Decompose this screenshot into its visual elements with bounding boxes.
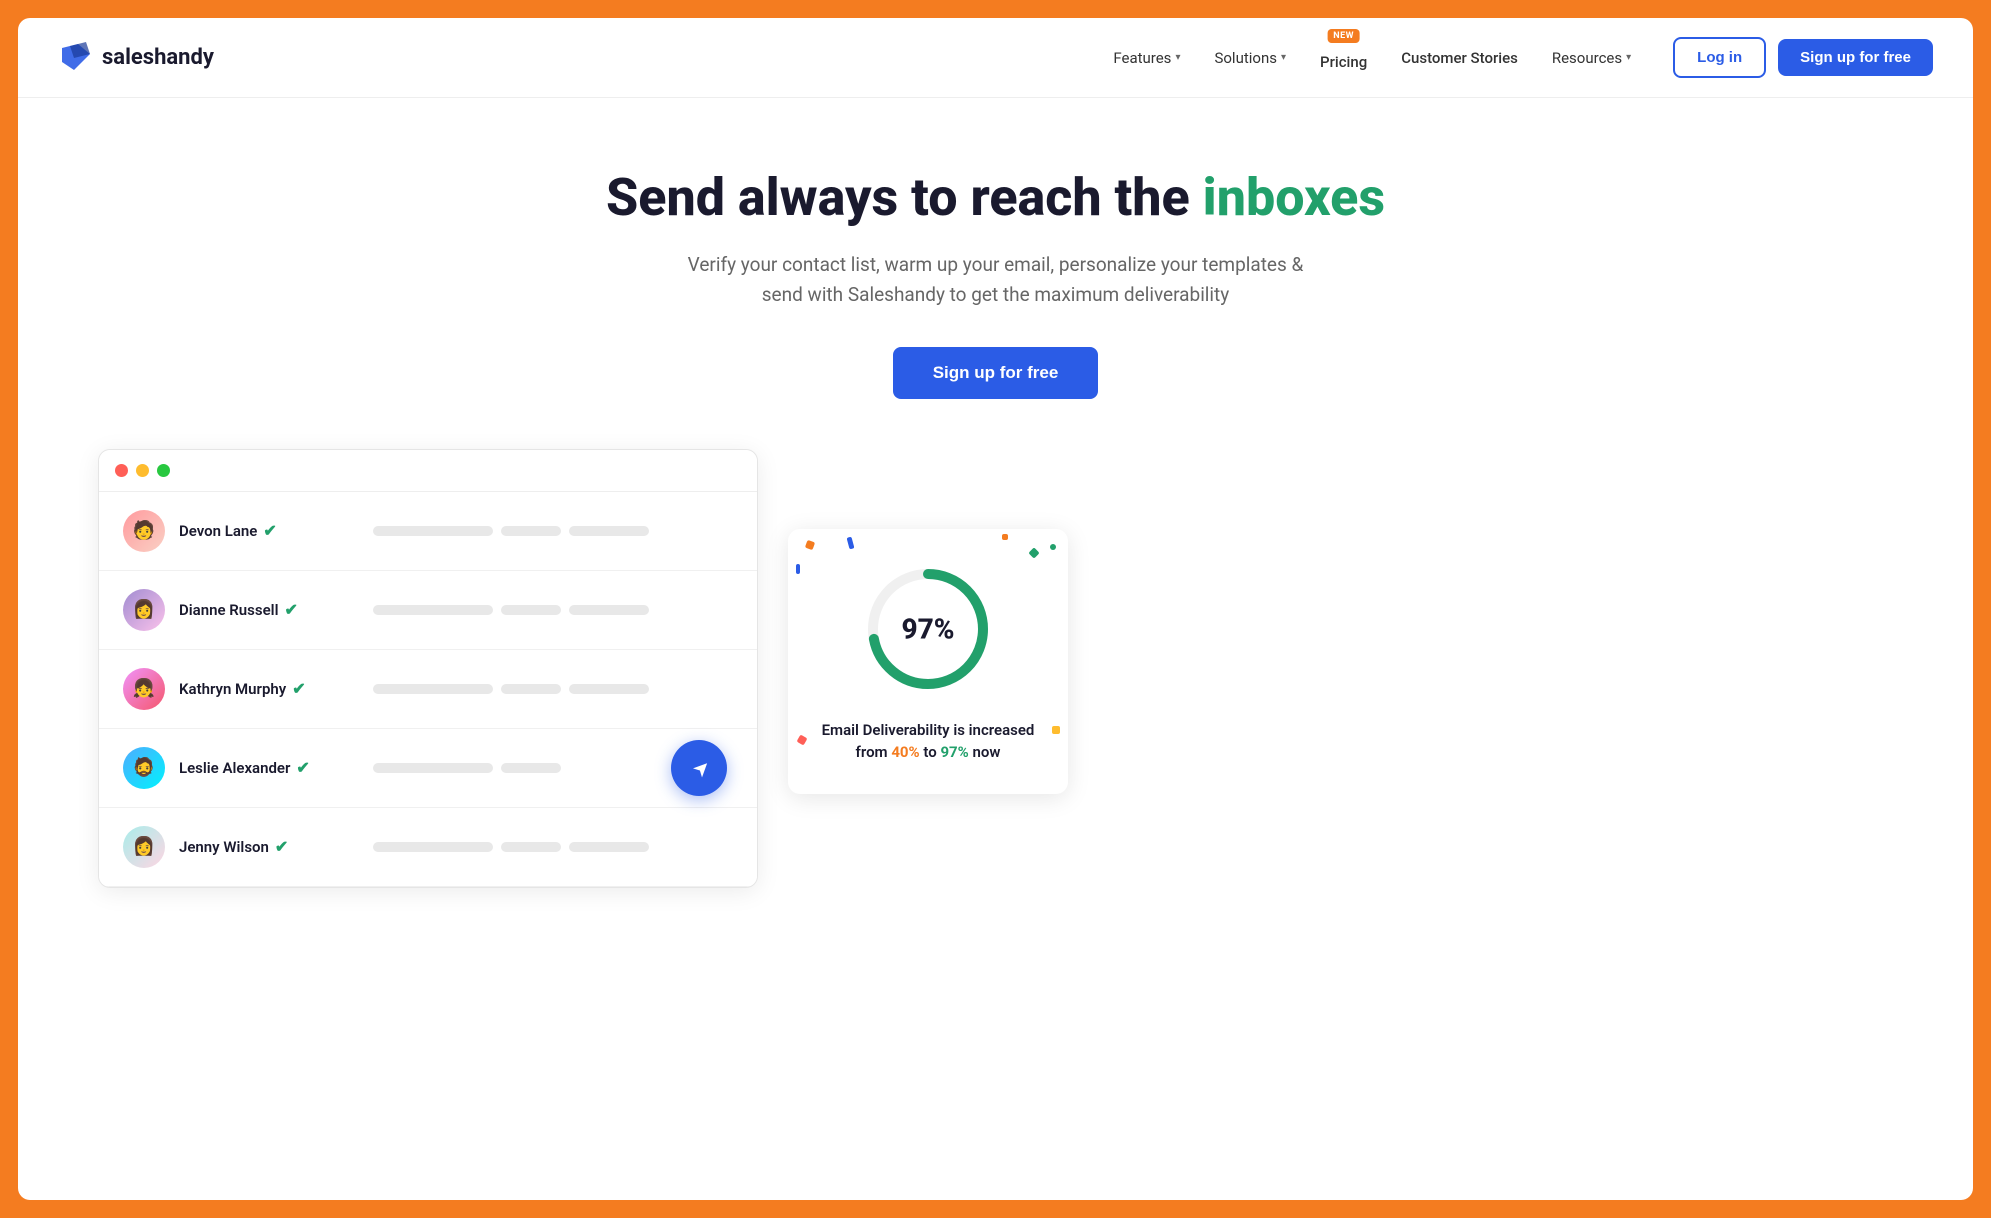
ring-container: 97%	[858, 559, 998, 699]
nav-links: Features ▾ Solutions ▾ NEW Pricing Custo…	[1099, 37, 1645, 79]
placeholder-bars	[373, 684, 733, 694]
chevron-down-icon: ▾	[1175, 52, 1180, 63]
placeholder-bar	[569, 605, 649, 615]
table-row: 👩 Dianne Russell ✔	[99, 571, 757, 650]
chevron-down-icon: ▾	[1626, 52, 1631, 63]
placeholder-bar	[569, 684, 649, 694]
window-dot-red	[115, 464, 128, 477]
placeholder-bar	[373, 684, 493, 694]
stats-label: Email Deliverability is increased from 4…	[812, 719, 1044, 764]
nav-item-features[interactable]: Features ▾	[1099, 41, 1194, 75]
nav-item-pricing[interactable]: NEW Pricing	[1306, 37, 1381, 79]
navbar: saleshandy Features ▾ Solutions ▾ NEW Pr…	[18, 18, 1973, 98]
hero-title: Send always to reach the inboxes	[58, 168, 1933, 228]
table-row: 👩 Jenny Wilson ✔	[99, 808, 757, 887]
demo-section: 🧑 Devon Lane ✔ 👩 Dianne Russell	[18, 449, 1973, 928]
ring-percentage: 97%	[901, 612, 954, 645]
placeholder-bars	[373, 842, 733, 852]
app-mock: 🧑 Devon Lane ✔ 👩 Dianne Russell	[98, 449, 758, 888]
avatar: 🧔	[123, 747, 165, 789]
placeholder-bar	[501, 605, 561, 615]
contact-name: Jenny Wilson ✔	[179, 837, 359, 856]
avatar: 👧	[123, 668, 165, 710]
placeholder-bar	[501, 684, 561, 694]
signup-hero-button[interactable]: Sign up for free	[893, 347, 1099, 399]
verified-icon: ✔	[263, 521, 276, 540]
hero-section: Send always to reach the inboxes Verify …	[18, 98, 1973, 449]
contact-list: 🧑 Devon Lane ✔ 👩 Dianne Russell	[99, 492, 757, 887]
contact-name: Devon Lane ✔	[179, 521, 359, 540]
contact-name: Dianne Russell ✔	[179, 600, 359, 619]
placeholder-bars	[373, 526, 733, 536]
new-badge: NEW	[1327, 29, 1360, 43]
from-percentage: 40%	[891, 743, 919, 761]
to-percentage: 97%	[940, 743, 968, 761]
avatar: 👩	[123, 826, 165, 868]
table-row: 👧 Kathryn Murphy ✔	[99, 650, 757, 729]
placeholder-bar	[501, 842, 561, 852]
placeholder-bars	[373, 605, 733, 615]
avatar: 🧑	[123, 510, 165, 552]
window-dot-green	[157, 464, 170, 477]
verified-icon: ✔	[296, 758, 309, 777]
nav-item-solutions[interactable]: Solutions ▾	[1200, 41, 1300, 75]
logo[interactable]: saleshandy	[58, 40, 214, 76]
placeholder-bar	[373, 842, 493, 852]
nav-cta: Log in Sign up for free	[1673, 37, 1933, 78]
contact-name: Kathryn Murphy ✔	[179, 679, 359, 698]
verified-icon: ✔	[292, 679, 305, 698]
window-dot-yellow	[136, 464, 149, 477]
verified-icon: ✔	[275, 837, 288, 856]
table-row: 🧑 Devon Lane ✔	[99, 492, 757, 571]
send-icon: ➤	[687, 753, 716, 782]
avatar: 👩	[123, 589, 165, 631]
placeholder-bar	[501, 763, 561, 773]
login-button[interactable]: Log in	[1673, 37, 1766, 78]
placeholder-bar	[569, 842, 649, 852]
chevron-down-icon: ▾	[1281, 52, 1286, 63]
placeholder-bar	[373, 763, 493, 773]
verified-icon: ✔	[284, 600, 297, 619]
table-row: 🧔 Leslie Alexander ✔ ➤	[99, 729, 757, 808]
logo-text: saleshandy	[102, 45, 214, 70]
placeholder-bar	[501, 526, 561, 536]
nav-item-customer-stories[interactable]: Customer Stories	[1387, 41, 1532, 75]
send-button[interactable]: ➤	[671, 740, 727, 796]
nav-item-resources[interactable]: Resources ▾	[1538, 41, 1645, 75]
placeholder-bar	[373, 526, 493, 536]
stats-card: 97% Email Deliverability is increased fr…	[788, 529, 1068, 794]
page-wrapper: saleshandy Features ▾ Solutions ▾ NEW Pr…	[18, 18, 1973, 1200]
contact-name: Leslie Alexander ✔	[179, 758, 359, 777]
placeholder-bar	[373, 605, 493, 615]
placeholder-bar	[569, 526, 649, 536]
mock-titlebar	[99, 450, 757, 492]
signup-nav-button[interactable]: Sign up for free	[1778, 39, 1933, 76]
hero-subtitle: Verify your contact list, warm up your e…	[676, 250, 1316, 311]
logo-icon	[58, 40, 94, 76]
